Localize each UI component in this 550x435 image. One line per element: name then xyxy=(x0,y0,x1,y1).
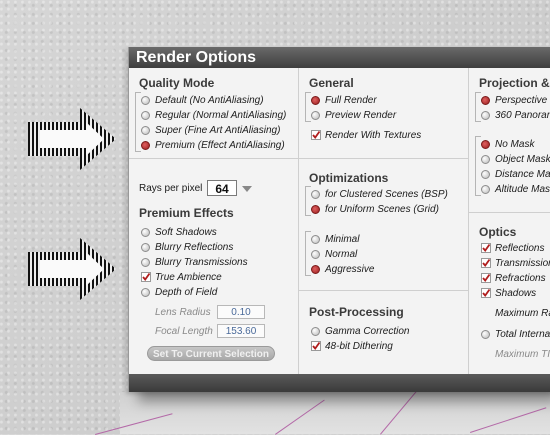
projection-heading: Projection & xyxy=(479,76,550,90)
radio-icon[interactable] xyxy=(141,243,150,252)
radio-icon[interactable] xyxy=(141,288,150,297)
radio-icon[interactable] xyxy=(311,327,320,336)
radio-icon[interactable] xyxy=(311,250,320,259)
checkmark-icon[interactable] xyxy=(481,258,491,268)
radio-icon[interactable] xyxy=(141,111,150,120)
optimizations-heading: Optimizations xyxy=(309,171,389,185)
divider xyxy=(469,212,550,213)
optics-heading: Optics xyxy=(479,225,517,239)
radio-selected-icon[interactable] xyxy=(311,96,320,105)
radio-selected-icon[interactable] xyxy=(481,96,490,105)
maximum-tir-label: Maximum TI xyxy=(495,349,550,360)
divider xyxy=(299,290,468,291)
radio-icon[interactable] xyxy=(311,235,320,244)
group-bracket xyxy=(305,186,311,216)
radio-icon[interactable] xyxy=(141,228,150,237)
set-to-current-selection-button[interactable]: Set To Current Selection xyxy=(147,346,275,361)
radio-icon[interactable] xyxy=(481,330,490,339)
checkmark-icon[interactable] xyxy=(311,341,321,351)
checkmark-icon[interactable] xyxy=(141,272,151,282)
radio-icon[interactable] xyxy=(141,96,150,105)
radio-icon[interactable] xyxy=(311,190,320,199)
rays-per-pixel-select[interactable]: 64 xyxy=(207,180,237,196)
lens-radius-label: Lens Radius xyxy=(155,307,211,318)
column-projection: Projection & Perspective P 360 Panoran N… xyxy=(469,68,550,374)
radio-selected-icon[interactable] xyxy=(311,205,320,214)
checkmark-icon[interactable] xyxy=(481,288,491,298)
radio-selected-icon[interactable] xyxy=(141,141,150,150)
maximum-ray-label: Maximum Ra xyxy=(495,308,550,319)
radio-icon[interactable] xyxy=(481,185,490,194)
column-general: General Full Render Preview Render Rende… xyxy=(299,68,469,374)
focal-length-field[interactable]: 153.60 xyxy=(217,324,265,338)
radio-selected-icon[interactable] xyxy=(481,140,490,149)
quality-mode-heading: Quality Mode xyxy=(139,76,215,90)
divider xyxy=(299,158,468,159)
chevron-down-icon[interactable] xyxy=(242,186,252,192)
striped-arrow-icon xyxy=(28,108,116,170)
general-heading: General xyxy=(309,76,354,90)
premium-effects-heading: Premium Effects xyxy=(139,206,234,220)
group-bracket xyxy=(305,92,311,122)
striped-arrow-icon xyxy=(28,238,116,300)
render-options-window: Render Options Quality Mode Default (No … xyxy=(128,47,550,392)
window-bottom-bar xyxy=(129,374,550,392)
checkmark-icon[interactable] xyxy=(481,273,491,283)
radio-icon[interactable] xyxy=(141,258,150,267)
radio-icon[interactable] xyxy=(481,111,490,120)
radio-icon[interactable] xyxy=(481,170,490,179)
group-bracket xyxy=(475,92,481,122)
column-quality: Quality Mode Default (No AntiAliasing) R… xyxy=(129,68,299,374)
radio-selected-icon[interactable] xyxy=(311,265,320,274)
checkmark-icon[interactable] xyxy=(481,243,491,253)
radio-icon[interactable] xyxy=(141,126,150,135)
radio-icon[interactable] xyxy=(311,111,320,120)
post-processing-heading: Post-Processing xyxy=(309,305,404,319)
lens-radius-field[interactable]: 0.10 xyxy=(217,305,265,319)
rays-per-pixel-label: Rays per pixel xyxy=(139,183,203,194)
window-title[interactable]: Render Options xyxy=(129,47,550,68)
focal-length-label: Focal Length xyxy=(155,326,213,337)
radio-icon[interactable] xyxy=(481,155,490,164)
checkmark-icon[interactable] xyxy=(311,130,321,140)
divider xyxy=(129,158,298,159)
